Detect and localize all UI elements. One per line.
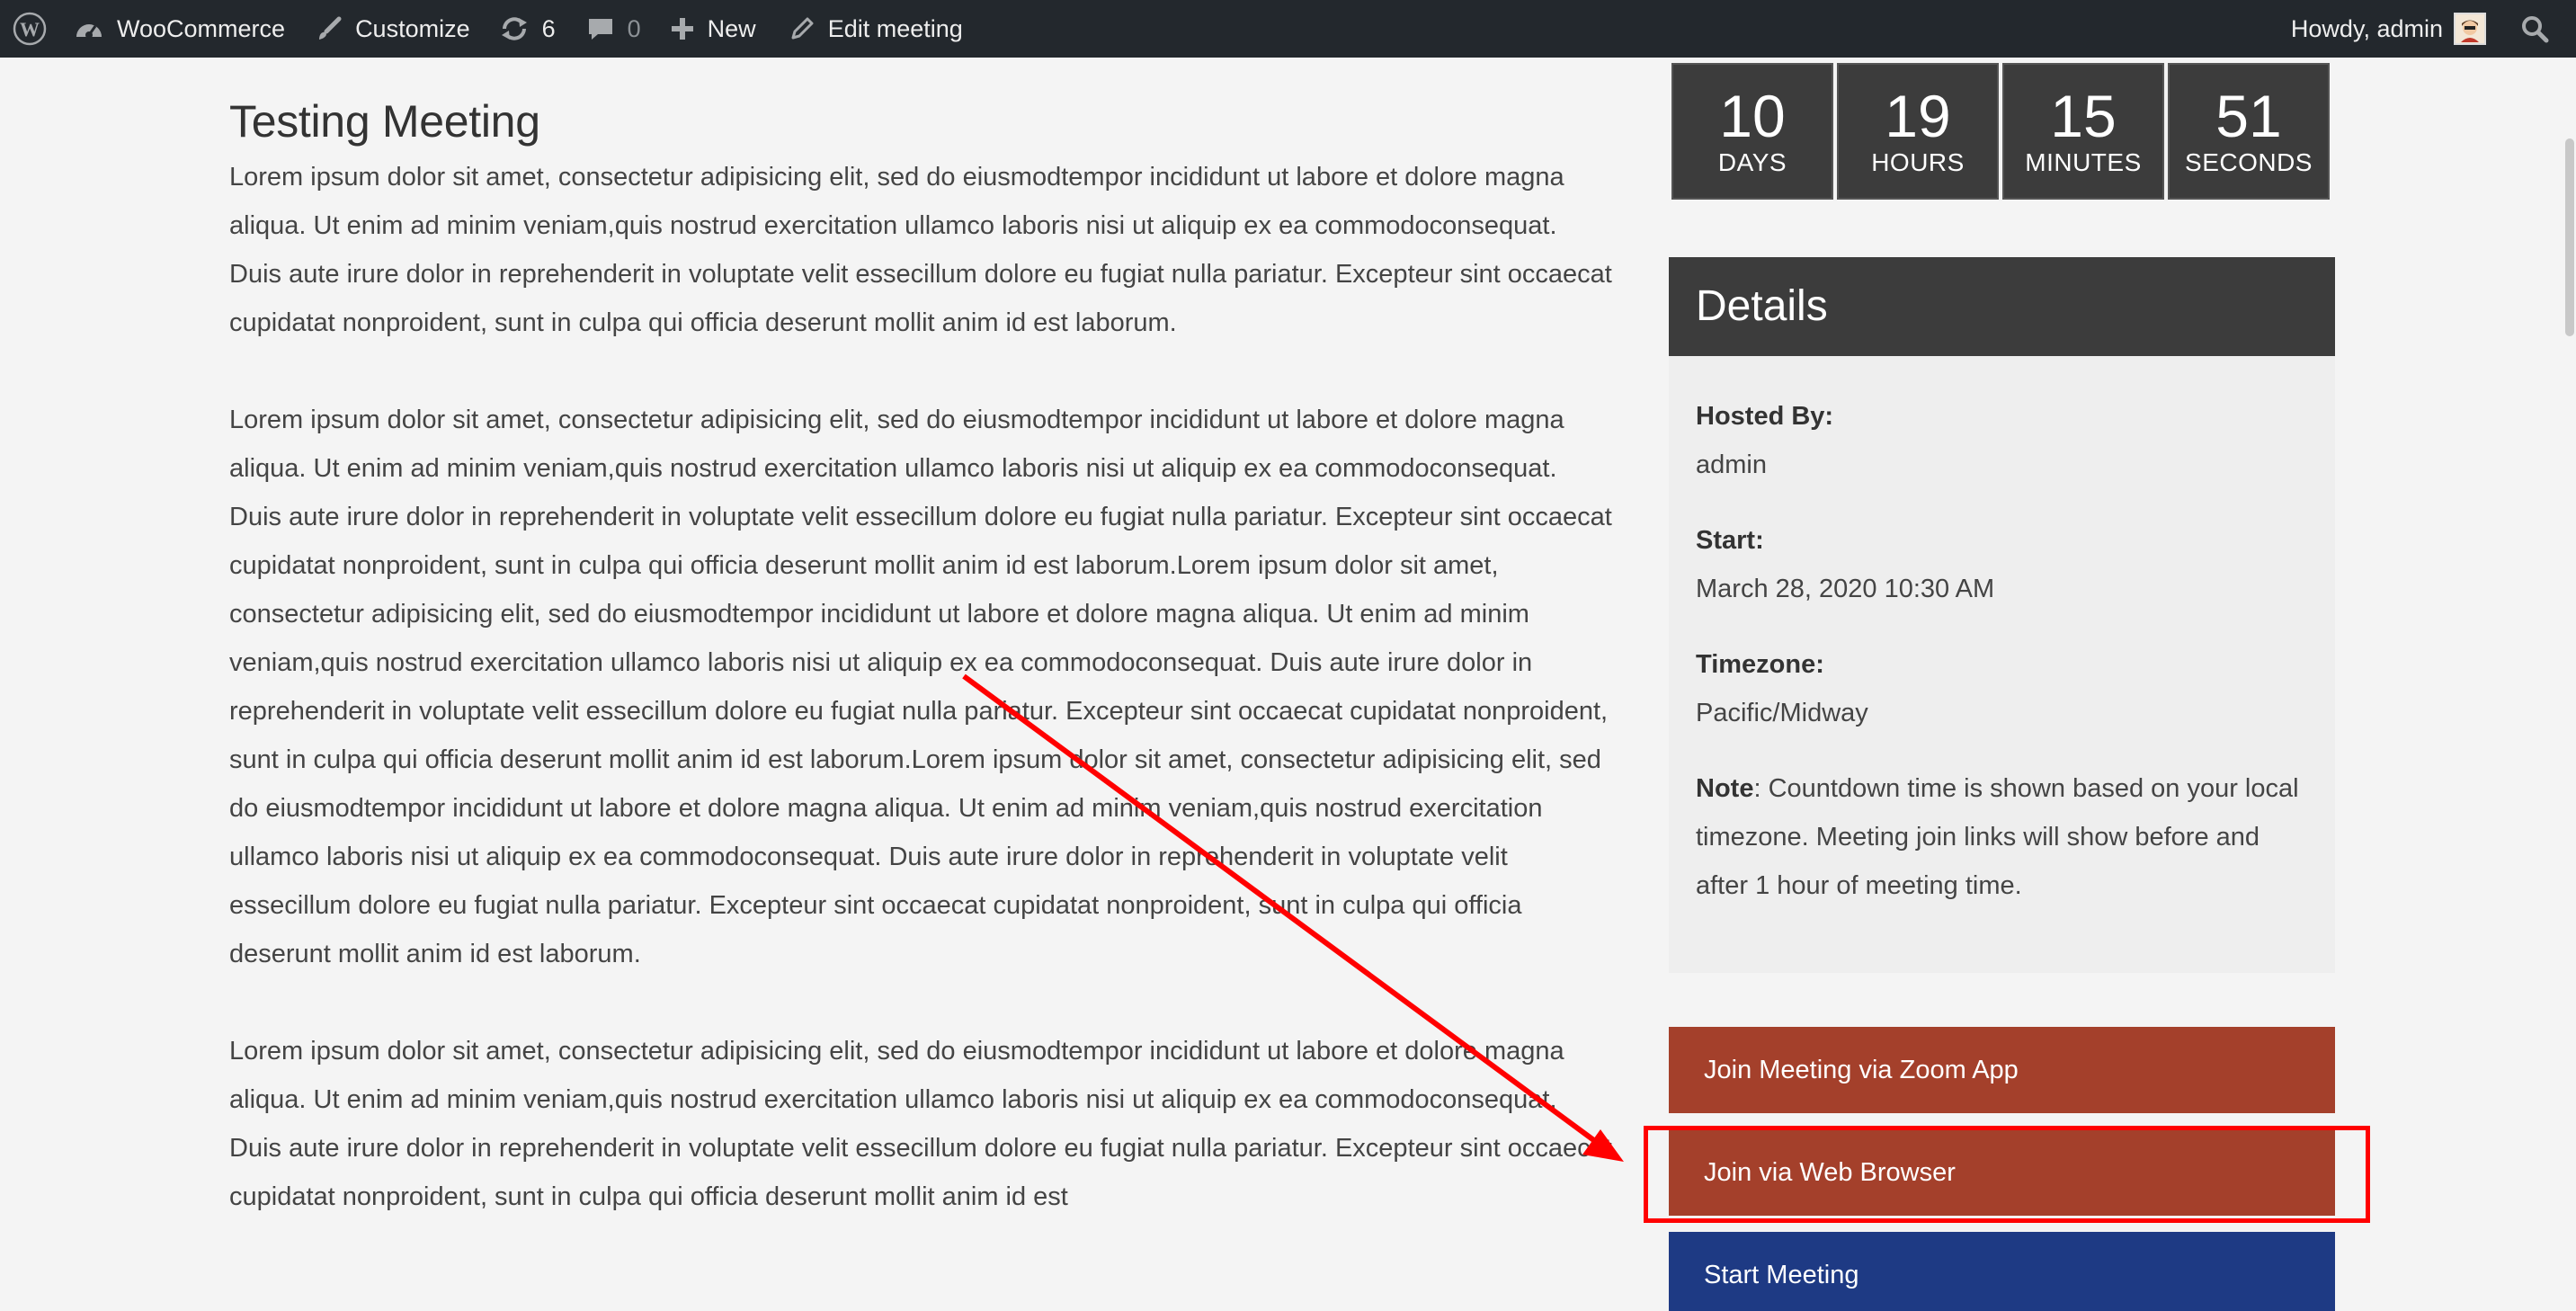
comments-link[interactable]: 0 [586, 0, 641, 58]
paintbrush-icon [316, 15, 343, 42]
description-paragraph: Lorem ipsum dolor sit amet, consectetur … [229, 1037, 1612, 1211]
meeting-sidebar: 10 DAYS 19 HOURS 15 MINUTES 51 SECONDS D… [1669, 63, 2335, 1311]
search-icon[interactable] [2520, 0, 2549, 58]
pencil-icon [789, 15, 816, 42]
details-panel: Hosted By: admin Start: March 28, 2020 1… [1669, 356, 2335, 973]
countdown-seconds-label: SECONDS [2185, 148, 2313, 176]
start-meeting-button[interactable]: Start Meeting [1669, 1232, 2335, 1311]
note-text: : Countdown time is shown based on your … [1696, 774, 2299, 900]
customize-label: Customize [355, 14, 470, 42]
hosted-by-group: Hosted By: admin [1696, 392, 2308, 489]
edit-meeting-label: Edit meeting [827, 14, 963, 42]
page-title: Testing Meeting [229, 96, 540, 147]
countdown-minutes-value: 15 [2050, 83, 2117, 149]
updates-link[interactable]: 6 [499, 0, 556, 58]
plus-icon [670, 16, 695, 41]
description-paragraph: Lorem ipsum dolor sit amet, consectetur … [229, 163, 1612, 337]
details-heading: Details [1669, 257, 2335, 356]
note-label: Note [1696, 774, 1754, 803]
countdown-seconds: 51 SECONDS [2168, 63, 2330, 200]
join-web-browser-button[interactable]: Join via Web Browser [1669, 1129, 2335, 1216]
site-name-menu[interactable]: WooCommerce [74, 0, 285, 58]
timezone-value: Pacific/Midway [1696, 699, 1868, 727]
new-content-menu[interactable]: New [670, 0, 756, 58]
page-scrollbar[interactable] [2563, 58, 2576, 1311]
new-label: New [707, 14, 756, 42]
countdown-hours-value: 19 [1885, 83, 1951, 149]
updates-count: 6 [541, 14, 556, 42]
countdown-minutes-label: MINUTES [2025, 148, 2142, 176]
meeting-content: Testing Meeting Lorem ipsum dolor sit am… [229, 90, 1614, 1270]
timezone-label: Timezone: [1696, 650, 1824, 679]
start-value: March 28, 2020 10:30 AM [1696, 575, 1995, 603]
hosted-by-value: admin [1696, 450, 1767, 479]
countdown-days: 10 DAYS [1671, 63, 1833, 200]
join-zoom-app-button[interactable]: Join Meeting via Zoom App [1669, 1027, 2335, 1113]
my-account-menu[interactable]: Howdy, admin [2291, 0, 2486, 58]
svg-text:W: W [20, 18, 40, 40]
comments-count: 0 [627, 14, 641, 42]
refresh-icon [499, 15, 530, 42]
admin-bar: W WooCommerce Customize 6 0 New Edit mee… [0, 0, 2576, 58]
countdown-seconds-value: 51 [2215, 83, 2282, 149]
countdown-days-value: 10 [1719, 83, 1786, 149]
timezone-group: Timezone: Pacific/Midway [1696, 640, 2308, 737]
start-label: Start: [1696, 526, 1764, 555]
edit-meeting-link[interactable]: Edit meeting [789, 0, 963, 58]
countdown-hours-label: HOURS [1871, 148, 1965, 176]
start-group: Start: March 28, 2020 10:30 AM [1696, 516, 2308, 613]
customize-link[interactable]: Customize [316, 0, 470, 58]
comment-icon [586, 15, 615, 42]
howdy-label: Howdy, admin [2290, 14, 2443, 42]
countdown-minutes: 15 MINUTES [2002, 63, 2164, 200]
site-name-label: WooCommerce [117, 14, 286, 42]
avatar [2454, 13, 2486, 45]
countdown-days-label: DAYS [1717, 148, 1787, 176]
dashboard-icon [74, 15, 104, 42]
wordpress-logo-icon[interactable]: W [13, 0, 52, 58]
countdown-hours: 19 HOURS [1837, 63, 1999, 200]
scrollbar-thumb[interactable] [2565, 138, 2574, 336]
countdown-note: Note: Countdown time is shown based on y… [1696, 764, 2308, 910]
description-paragraph: Lorem ipsum dolor sit amet, consectetur … [229, 406, 1612, 968]
hosted-by-label: Hosted By: [1696, 402, 1834, 431]
countdown-timer: 10 DAYS 19 HOURS 15 MINUTES 51 SECONDS [1671, 63, 2335, 200]
